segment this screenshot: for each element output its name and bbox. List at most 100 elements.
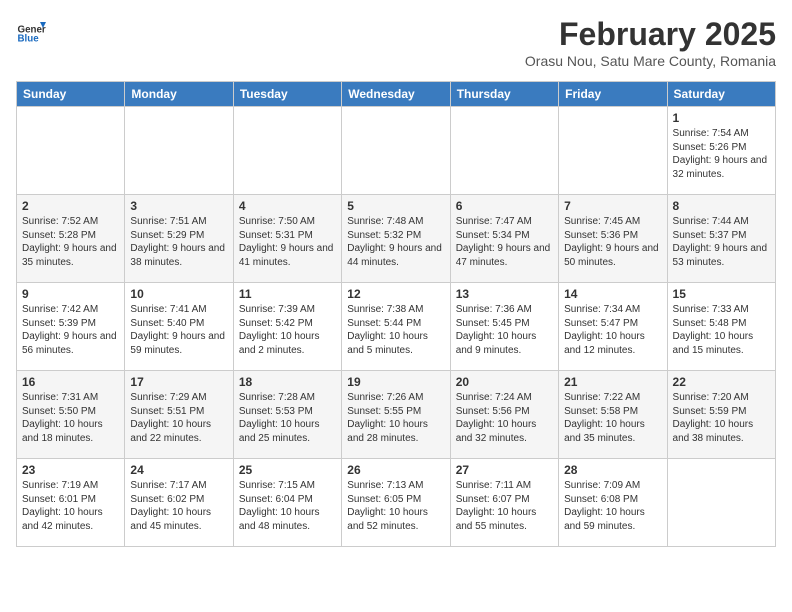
calendar-week-row: 9 Sunrise: 7:42 AM Sunset: 5:39 PM Daylig… — [17, 283, 776, 371]
calendar-cell: 20 Sunrise: 7:24 AM Sunset: 5:56 PM Dayli… — [450, 371, 558, 459]
day-number: 10 — [130, 287, 227, 301]
svg-text:Blue: Blue — [18, 34, 40, 45]
calendar-cell: 3 Sunrise: 7:51 AM Sunset: 5:29 PM Daylig… — [125, 195, 233, 283]
day-number: 8 — [673, 199, 770, 213]
day-info: Sunrise: 7:50 AM Sunset: 5:31 PM Dayligh… — [239, 215, 336, 269]
calendar-cell: 22Sunrise: 7:20 AM Sunset: 5:59 PM Dayli… — [667, 371, 775, 459]
day-info: Sunrise: 7:09 AM Sunset: 6:08 PM Dayligh… — [564, 479, 661, 533]
day-info: Sunrise: 7:13 AM Sunset: 6:05 PM Dayligh… — [347, 479, 444, 533]
day-info: Sunrise: 7:26 AM Sunset: 5:55 PM Dayligh… — [347, 391, 444, 445]
calendar-cell: 12 Sunrise: 7:38 AM Sunset: 5:44 PM Dayli… — [342, 283, 450, 371]
day-number: 9 — [22, 287, 119, 301]
day-info: Sunrise: 7:38 AM Sunset: 5:44 PM Dayligh… — [347, 303, 444, 357]
calendar-cell: 18 Sunrise: 7:28 AM Sunset: 5:53 PM Dayli… — [233, 371, 341, 459]
day-number: 7 — [564, 199, 661, 213]
logo: General Blue — [16, 16, 46, 46]
day-number: 26 — [347, 463, 444, 477]
day-number: 27 — [456, 463, 553, 477]
calendar-cell: 21 Sunrise: 7:22 AM Sunset: 5:58 PM Dayli… — [559, 371, 667, 459]
calendar-cell: 4 Sunrise: 7:50 AM Sunset: 5:31 PM Daylig… — [233, 195, 341, 283]
logo-icon: General Blue — [16, 16, 46, 46]
day-number: 12 — [347, 287, 444, 301]
day-info: Sunrise: 7:24 AM Sunset: 5:56 PM Dayligh… — [456, 391, 553, 445]
day-info: Sunrise: 7:28 AM Sunset: 5:53 PM Dayligh… — [239, 391, 336, 445]
column-header-friday: Friday — [559, 82, 667, 107]
day-number: 18 — [239, 375, 336, 389]
calendar-cell: 26 Sunrise: 7:13 AM Sunset: 6:05 PM Dayli… — [342, 459, 450, 547]
calendar-cell: 11 Sunrise: 7:39 AM Sunset: 5:42 PM Dayli… — [233, 283, 341, 371]
column-header-wednesday: Wednesday — [342, 82, 450, 107]
calendar-cell: 19 Sunrise: 7:26 AM Sunset: 5:55 PM Dayli… — [342, 371, 450, 459]
calendar-cell: 14 Sunrise: 7:34 AM Sunset: 5:47 PM Dayli… — [559, 283, 667, 371]
day-number: 24 — [130, 463, 227, 477]
day-number: 1 — [673, 111, 770, 125]
calendar-cell — [17, 107, 125, 195]
calendar-cell: 9 Sunrise: 7:42 AM Sunset: 5:39 PM Daylig… — [17, 283, 125, 371]
page-header: General Blue February 2025 Orasu Nou, Sa… — [16, 16, 776, 69]
day-info: Sunrise: 7:44 AM Sunset: 5:37 PM Dayligh… — [673, 215, 770, 269]
day-number: 19 — [347, 375, 444, 389]
calendar-cell: 15 Sunrise: 7:33 AM Sunset: 5:48 PM Dayli… — [667, 283, 775, 371]
calendar-cell: 7 Sunrise: 7:45 AM Sunset: 5:36 PM Daylig… — [559, 195, 667, 283]
day-number: 4 — [239, 199, 336, 213]
day-info: Sunrise: 7:22 AM Sunset: 5:58 PM Dayligh… — [564, 391, 661, 445]
day-info: Sunrise: 7:33 AM Sunset: 5:48 PM Dayligh… — [673, 303, 770, 357]
calendar-cell: 24Sunrise: 7:17 AM Sunset: 6:02 PM Dayli… — [125, 459, 233, 547]
day-number: 15 — [673, 287, 770, 301]
day-number: 5 — [347, 199, 444, 213]
column-header-saturday: Saturday — [667, 82, 775, 107]
day-number: 20 — [456, 375, 553, 389]
calendar-cell: 10 Sunrise: 7:41 AM Sunset: 5:40 PM Dayli… — [125, 283, 233, 371]
calendar-week-row: 23 Sunrise: 7:19 AM Sunset: 6:01 PM Dayli… — [17, 459, 776, 547]
day-number: 21 — [564, 375, 661, 389]
day-number: 2 — [22, 199, 119, 213]
day-info: Sunrise: 7:34 AM Sunset: 5:47 PM Dayligh… — [564, 303, 661, 357]
calendar-cell: 16 Sunrise: 7:31 AM Sunset: 5:50 PM Dayli… — [17, 371, 125, 459]
calendar-cell: 27Sunrise: 7:11 AM Sunset: 6:07 PM Dayli… — [450, 459, 558, 547]
calendar-cell: 1 Sunrise: 7:54 AM Sunset: 5:26 PM Daylig… — [667, 107, 775, 195]
day-info: Sunrise: 7:15 AM Sunset: 6:04 PM Dayligh… — [239, 479, 336, 533]
calendar-cell: 8 Sunrise: 7:44 AM Sunset: 5:37 PM Daylig… — [667, 195, 775, 283]
day-info: Sunrise: 7:29 AM Sunset: 5:51 PM Dayligh… — [130, 391, 227, 445]
day-number: 28 — [564, 463, 661, 477]
calendar-cell: 17 Sunrise: 7:29 AM Sunset: 5:51 PM Dayli… — [125, 371, 233, 459]
column-header-thursday: Thursday — [450, 82, 558, 107]
day-number: 14 — [564, 287, 661, 301]
day-info: Sunrise: 7:54 AM Sunset: 5:26 PM Dayligh… — [673, 127, 770, 181]
day-info: Sunrise: 7:51 AM Sunset: 5:29 PM Dayligh… — [130, 215, 227, 269]
column-header-tuesday: Tuesday — [233, 82, 341, 107]
calendar-header-row: SundayMondayTuesdayWednesdayThursdayFrid… — [17, 82, 776, 107]
calendar-cell: 28 Sunrise: 7:09 AM Sunset: 6:08 PM Dayli… — [559, 459, 667, 547]
calendar-cell — [667, 459, 775, 547]
calendar-cell: 6Sunrise: 7:47 AM Sunset: 5:34 PM Daylig… — [450, 195, 558, 283]
calendar-cell: 2 Sunrise: 7:52 AM Sunset: 5:28 PM Daylig… — [17, 195, 125, 283]
day-info: Sunrise: 7:19 AM Sunset: 6:01 PM Dayligh… — [22, 479, 119, 533]
day-number: 16 — [22, 375, 119, 389]
column-header-monday: Monday — [125, 82, 233, 107]
day-number: 17 — [130, 375, 227, 389]
calendar-cell: 25Sunrise: 7:15 AM Sunset: 6:04 PM Dayli… — [233, 459, 341, 547]
day-info: Sunrise: 7:39 AM Sunset: 5:42 PM Dayligh… — [239, 303, 336, 357]
day-info: Sunrise: 7:48 AM Sunset: 5:32 PM Dayligh… — [347, 215, 444, 269]
calendar-week-row: 1 Sunrise: 7:54 AM Sunset: 5:26 PM Daylig… — [17, 107, 776, 195]
day-info: Sunrise: 7:47 AM Sunset: 5:34 PM Dayligh… — [456, 215, 553, 269]
day-number: 23 — [22, 463, 119, 477]
day-info: Sunrise: 7:42 AM Sunset: 5:39 PM Dayligh… — [22, 303, 119, 357]
column-header-sunday: Sunday — [17, 82, 125, 107]
calendar-cell — [559, 107, 667, 195]
day-number: 3 — [130, 199, 227, 213]
calendar-week-row: 2 Sunrise: 7:52 AM Sunset: 5:28 PM Daylig… — [17, 195, 776, 283]
day-info: Sunrise: 7:52 AM Sunset: 5:28 PM Dayligh… — [22, 215, 119, 269]
day-number: 22 — [673, 375, 770, 389]
day-info: Sunrise: 7:31 AM Sunset: 5:50 PM Dayligh… — [22, 391, 119, 445]
day-number: 11 — [239, 287, 336, 301]
calendar-cell: 5 Sunrise: 7:48 AM Sunset: 5:32 PM Daylig… — [342, 195, 450, 283]
month-title: February 2025 — [525, 16, 776, 53]
calendar-cell — [342, 107, 450, 195]
calendar-cell: 13Sunrise: 7:36 AM Sunset: 5:45 PM Dayli… — [450, 283, 558, 371]
calendar-cell — [450, 107, 558, 195]
day-info: Sunrise: 7:45 AM Sunset: 5:36 PM Dayligh… — [564, 215, 661, 269]
title-area: February 2025 Orasu Nou, Satu Mare Count… — [525, 16, 776, 69]
calendar-table: SundayMondayTuesdayWednesdayThursdayFrid… — [16, 81, 776, 547]
day-info: Sunrise: 7:41 AM Sunset: 5:40 PM Dayligh… — [130, 303, 227, 357]
